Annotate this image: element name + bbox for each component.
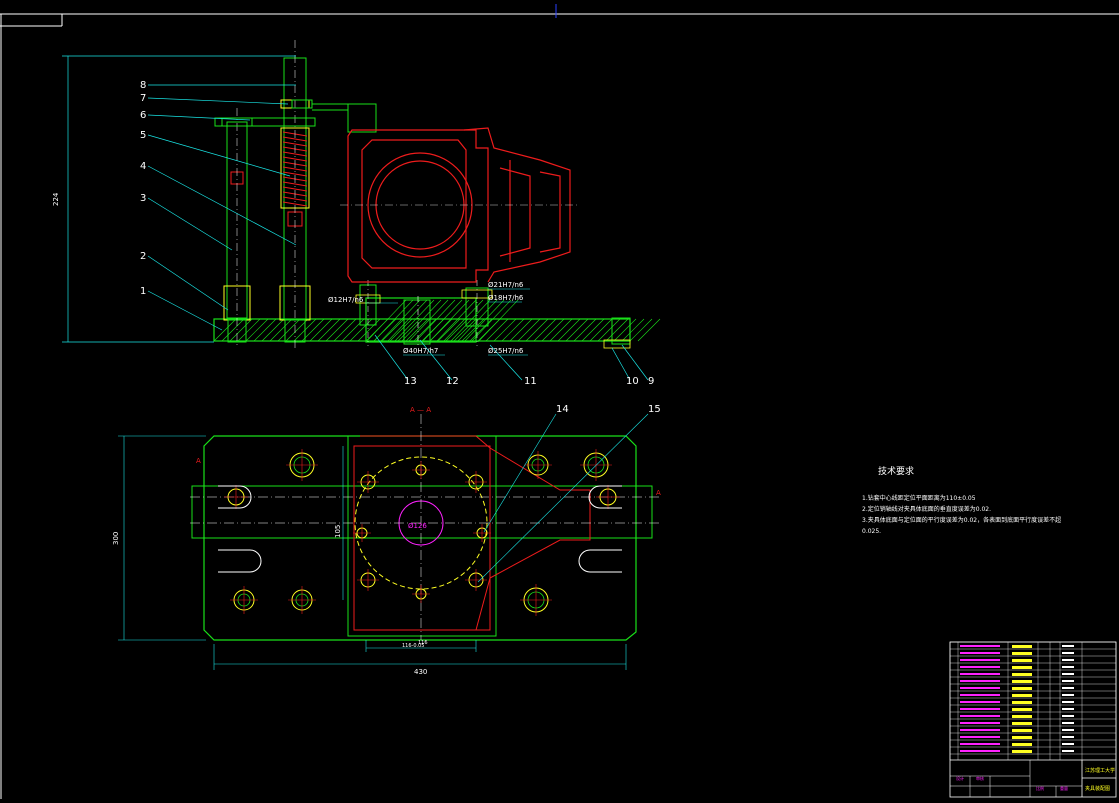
dim-fit-21: Ø21H7/n6 [488, 281, 524, 289]
leader-11: 11 [524, 376, 537, 387]
dim-fit-18: Ø18H7/h6 [488, 294, 524, 302]
dim-inner-span-tol: 116-0.05 [402, 643, 424, 649]
bolt-hole [465, 569, 487, 591]
bolt-hole [357, 569, 379, 591]
bolt-hole [412, 461, 430, 479]
bolt-hole [412, 585, 430, 603]
leader-13: 13 [404, 376, 417, 387]
leader-10: 10 [626, 376, 639, 387]
bolt-holes [224, 449, 620, 616]
tech-note-3: 3.夹具体底面与定位面的平行度误差为0.02，各表面到底面平行度误差不超 [862, 516, 1061, 524]
bolt-hole [353, 524, 371, 542]
clamp-arm [291, 99, 377, 133]
plan-center-block [347, 435, 497, 637]
plan-dim-labels: 300 430 Ø126 116 116-0.05 105 [112, 522, 428, 676]
bom-table [949, 641, 1117, 760]
drawing-title: 夹具装配图 [1085, 785, 1110, 792]
bolt-hole [288, 586, 316, 614]
bolt-hole [473, 524, 491, 542]
tech-note-4: 0.025. [862, 528, 881, 535]
base-plate [213, 318, 631, 342]
leader-8: 8 [140, 80, 146, 91]
section-title: A — A [410, 406, 431, 414]
plan-leaders [477, 413, 649, 583]
tech-notes-heading: 技术要求 [878, 465, 914, 477]
plan-view: 300 430 Ø126 116 116-0.05 105 A — A A A [112, 406, 661, 676]
dim-fit-25: Ø25H7/n6 [488, 347, 524, 355]
technical-notes: 技术要求 1.钻套中心线距定位平面距离为110±0.05 2.定位销轴线对夹具体… [862, 465, 1061, 535]
leader-6: 6 [140, 110, 146, 121]
dim-bore: Ø126 [408, 522, 427, 530]
dim-plan-width: 430 [414, 668, 427, 676]
plan-rail [191, 485, 653, 539]
base-hatch [213, 318, 661, 342]
bolt-hole [520, 584, 552, 616]
boss-hatch [365, 299, 519, 343]
bolt-hole [596, 485, 620, 509]
dim-fit-12: Ø12H7/n6 [328, 296, 364, 304]
dim-fit-40: Ø40H7/h7 [403, 347, 438, 355]
bolt-hole [224, 485, 248, 509]
bolt-hole [357, 471, 379, 493]
cad-drawing: 1 2 3 4 5 6 7 8 9 10 11 12 13 14 15 224 … [0, 4, 1119, 799]
section-mark-left: A [196, 457, 201, 465]
leader-4: 4 [140, 161, 146, 172]
leader-15: 15 [648, 404, 661, 415]
section-marks: A — A A A [196, 406, 661, 497]
section-view [213, 40, 661, 350]
bolt-hole [465, 471, 487, 493]
leader-1: 1 [140, 286, 146, 297]
leader-5: 5 [140, 130, 146, 141]
drawing-frame [0, 4, 1119, 799]
plan-dim-lines [118, 435, 627, 670]
title-block: 江苏理工大学 夹具装配图 设计 审核 比例 重量 [949, 641, 1117, 798]
dim-plan-height: 300 [112, 532, 120, 545]
school-name: 江苏理工大学 [1085, 767, 1115, 774]
leader-3: 3 [140, 193, 146, 204]
bolt-hole [230, 586, 258, 614]
dim-height: 224 [52, 192, 60, 206]
leader-14: 14 [556, 404, 569, 415]
leader-2: 2 [140, 251, 146, 262]
drawing-canvas: 1 2 3 4 5 6 7 8 9 10 11 12 13 14 15 224 … [0, 0, 1119, 799]
bolt-hole [524, 451, 552, 479]
dim-side: 105 [334, 525, 342, 538]
tech-note-1: 1.钻套中心线距定位平面距离为110±0.05 [862, 494, 976, 502]
leader-12: 12 [446, 376, 459, 387]
leader-9: 9 [648, 376, 654, 387]
bolt-hole [286, 449, 318, 481]
tech-note-2: 2.定位销轴线对夹具体底面的垂直度误差为0.02. [862, 505, 991, 513]
leader-7: 7 [140, 93, 146, 104]
section-mark-right: A [656, 489, 661, 497]
